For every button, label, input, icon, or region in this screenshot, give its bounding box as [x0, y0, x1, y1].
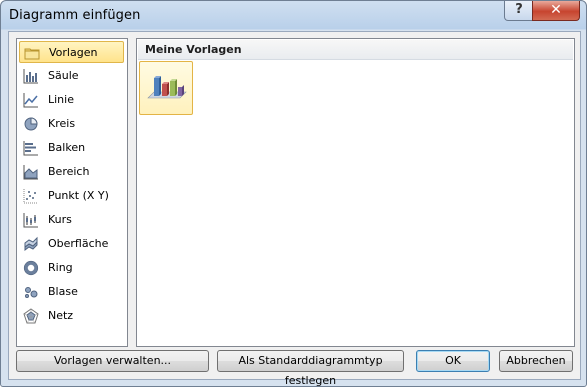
- category-label: Balken: [48, 141, 86, 154]
- category-label: Bereich: [48, 165, 90, 178]
- title-bar[interactable]: Diagramm einfügen ? ✕: [1, 1, 586, 31]
- category-item-saeule[interactable]: Säule: [19, 65, 124, 87]
- template-section-header: Meine Vorlagen: [138, 40, 573, 60]
- pie-chart-icon: [24, 117, 38, 131]
- category-label: Netz: [48, 309, 74, 322]
- 3d-column-chart-template-icon: [147, 76, 187, 99]
- category-item-vorlagen[interactable]: Vorlagen: [19, 41, 124, 63]
- category-item-bereich[interactable]: Bereich: [19, 161, 124, 183]
- manage-templates-button[interactable]: Vorlagen verwalten...: [16, 350, 209, 372]
- cancel-label: Abbrechen: [506, 354, 566, 367]
- category-item-linie[interactable]: Linie: [19, 89, 124, 111]
- surface-chart-icon: [24, 236, 38, 251]
- category-label: Kurs: [48, 213, 72, 226]
- ok-label: OK: [445, 354, 461, 367]
- dialog-body: Vorlagen Säule Linie Kreis Balken Bereic…: [8, 31, 581, 386]
- cancel-button[interactable]: Abbrechen: [499, 350, 573, 372]
- template-item[interactable]: [139, 61, 193, 115]
- category-label: Kreis: [48, 117, 76, 130]
- set-default-chart-button[interactable]: Als Standarddiagrammtyp festlegen: [217, 350, 404, 386]
- template-gallery: Meine Vorlagen: [136, 38, 575, 347]
- line-chart-icon: [23, 93, 38, 108]
- category-label: Punkt (X Y): [48, 189, 109, 202]
- category-item-netz[interactable]: Netz: [19, 305, 124, 327]
- bubble-chart-icon: [25, 287, 38, 298]
- scatter-chart-icon: [23, 189, 38, 204]
- folder-icon: [24, 48, 40, 60]
- bar-chart-icon: [23, 141, 38, 156]
- category-item-balken[interactable]: Balken: [19, 137, 124, 159]
- category-label: Vorlagen: [49, 46, 98, 59]
- category-label: Ring: [48, 261, 73, 274]
- manage-templates-label: Vorlagen verwalten...: [53, 354, 172, 367]
- category-item-ring[interactable]: Ring: [19, 257, 124, 279]
- help-button[interactable]: ?: [504, 1, 534, 21]
- set-default-chart-label: Als Standarddiagrammtyp festlegen: [238, 354, 383, 387]
- area-chart-icon: [23, 165, 38, 180]
- category-item-kurs[interactable]: Kurs: [19, 209, 124, 231]
- doughnut-chart-icon: [23, 260, 39, 276]
- category-item-kreis[interactable]: Kreis: [19, 113, 124, 135]
- category-item-blase[interactable]: Blase: [19, 281, 124, 303]
- category-label: Blase: [48, 285, 78, 298]
- category-item-oberflaeche[interactable]: Oberfläche: [19, 233, 124, 255]
- category-item-punkt[interactable]: Punkt (X Y): [19, 185, 124, 207]
- ok-button[interactable]: OK: [416, 350, 490, 372]
- radar-chart-icon: [23, 308, 39, 324]
- category-label: Oberfläche: [48, 237, 109, 250]
- category-label: Säule: [48, 69, 79, 82]
- close-button[interactable]: ✕: [532, 1, 580, 21]
- stock-chart-icon: [23, 213, 38, 228]
- column-chart-icon: [23, 69, 38, 84]
- chart-category-list: Vorlagen Säule Linie Kreis Balken Bereic…: [16, 38, 128, 347]
- dialog-title: Diagramm einfügen: [9, 8, 141, 23]
- insert-chart-dialog: Diagramm einfügen ? ✕ Vorlagen Säule Lin…: [0, 0, 587, 387]
- category-label: Linie: [48, 93, 74, 106]
